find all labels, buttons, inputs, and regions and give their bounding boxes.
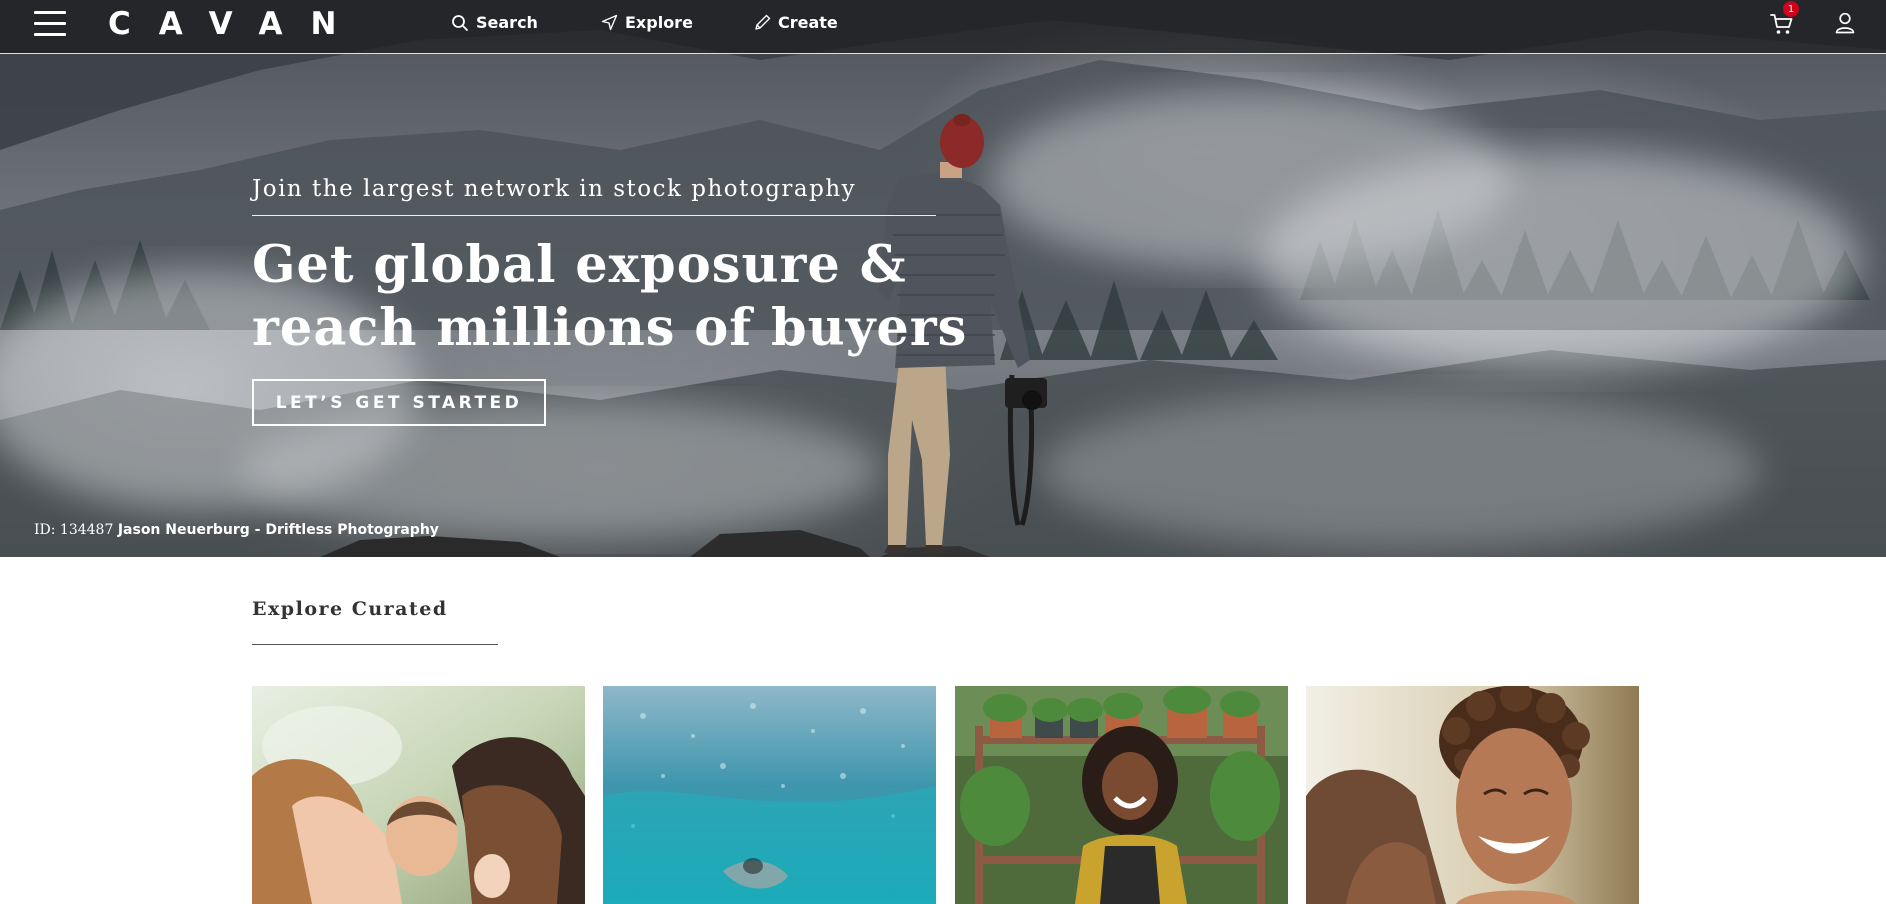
hero-kicker: Join the largest network in stock photog… (252, 176, 857, 202)
section-divider (252, 644, 498, 645)
smiling-florist-photo (955, 686, 1288, 904)
photo-credit-author[interactable]: Jason Neuerburg - Driftless Photography (118, 522, 439, 538)
cart-count-badge: 1 (1783, 1, 1799, 17)
send-icon (601, 14, 618, 31)
hamburger-icon[interactable] (34, 11, 66, 37)
pen-icon (755, 14, 771, 30)
search-icon (452, 14, 468, 31)
curated-card-laughing-man[interactable] (1306, 686, 1639, 904)
kicker-divider (252, 215, 936, 216)
nav-create-link[interactable]: Create (754, 13, 838, 32)
laughing-man-photo (1306, 686, 1639, 904)
nav-search-link[interactable]: Search (451, 13, 538, 32)
nav-explore-label: Explore (625, 13, 693, 32)
curated-card-underwater[interactable] (603, 686, 936, 904)
get-started-button[interactable]: LET’S GET STARTED (252, 379, 546, 426)
site-logo[interactable]: CAVAN (108, 6, 364, 42)
top-navigation-bar: CAVAN Search Explore Create 1 (0, 0, 1886, 54)
nav-search-label: Search (476, 13, 538, 32)
nav-create-label: Create (778, 13, 838, 32)
user-icon[interactable] (1835, 12, 1855, 34)
curated-card-family[interactable] (252, 686, 585, 904)
hero-banner: CAVAN Search Explore Create 1 Join the l… (0, 0, 1886, 557)
hero-title: Get global exposure & reach millions of … (252, 235, 968, 358)
curated-card-florist[interactable] (955, 686, 1288, 904)
explore-curated-heading: Explore Curated (252, 598, 448, 620)
family-kissing-baby-photo (252, 686, 585, 904)
underwater-swimmer-photo (603, 686, 936, 904)
photo-credit: ID: 134487 Jason Neuerburg - Driftless P… (34, 522, 439, 538)
nav-explore-link[interactable]: Explore (601, 13, 693, 32)
photo-credit-id: ID: 134487 (34, 522, 114, 538)
